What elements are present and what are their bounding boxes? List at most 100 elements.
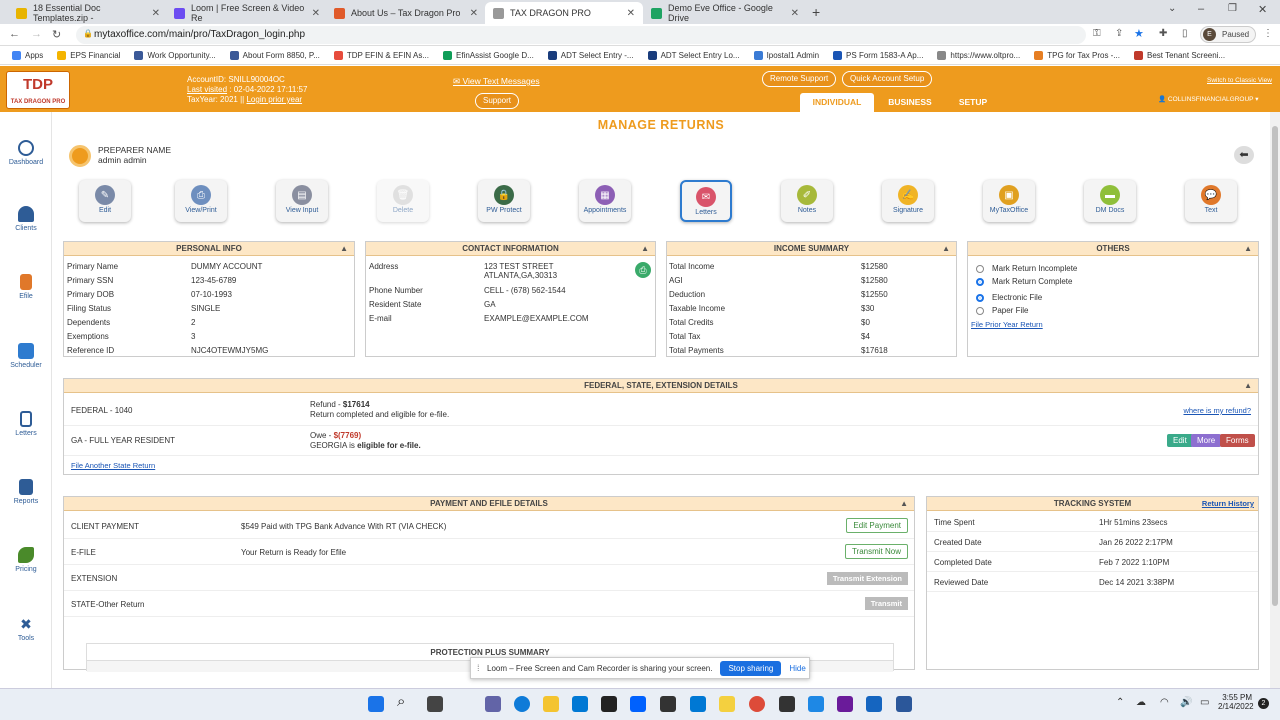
task-view-icon[interactable] xyxy=(427,696,443,712)
chevron-up-icon[interactable]: ▲ xyxy=(641,242,649,256)
stop-sharing-button[interactable]: Stop sharing xyxy=(720,660,782,676)
browser-tab[interactable]: Demo Eve Office - Google Drive ✕ xyxy=(643,2,807,24)
text-button[interactable]: 💬 Text xyxy=(1185,180,1237,222)
chevron-up-icon[interactable]: ▲ xyxy=(942,242,950,256)
dropbox-icon[interactable] xyxy=(630,696,646,712)
amazon-icon[interactable] xyxy=(601,696,617,712)
bookmark-item[interactable]: Apps xyxy=(12,50,43,60)
sidebar-item-reports[interactable]: Reports xyxy=(0,479,52,505)
delete-button[interactable]: 🗑 Delete xyxy=(377,180,429,222)
browser-tab-active[interactable]: TAX DRAGON PRO ✕ xyxy=(485,2,643,24)
remote-support-button[interactable]: Remote Support xyxy=(762,71,837,87)
back-icon[interactable]: ← xyxy=(9,28,20,40)
clock[interactable]: 3:55 PM 2/14/2022 xyxy=(1218,693,1254,711)
close-icon[interactable]: ✕ xyxy=(470,8,478,19)
scrollbar-thumb[interactable] xyxy=(1272,126,1278,606)
edge-icon[interactable] xyxy=(514,696,530,712)
back-arrow-icon[interactable]: ⬅ xyxy=(1234,146,1254,164)
app-logo[interactable]: TDP TAX DRAGON PRO xyxy=(6,71,70,109)
view-input-button[interactable]: ▤ View Input xyxy=(276,180,328,222)
edit-payment-button[interactable]: Edit Payment xyxy=(846,518,908,533)
sidebar-item-dashboard[interactable]: Dashboard xyxy=(0,140,52,166)
bookmark-item[interactable]: PS Form 1583-A Ap... xyxy=(833,50,923,60)
tab-business[interactable]: BUSINESS xyxy=(880,93,940,112)
chevron-up-icon[interactable]: ▲ xyxy=(340,242,348,256)
bookmark-item[interactable]: EfinAssist Google D... xyxy=(442,50,534,60)
state-forms-button[interactable]: Forms xyxy=(1220,434,1255,447)
browser-tab[interactable]: 18 Essential Doc Templates.zip - ✕ xyxy=(8,2,168,24)
user-menu[interactable]: 👤 COLLINSFINANCIALGROUP ▾ xyxy=(1158,95,1258,105)
signature-button[interactable]: ✍ Signature xyxy=(882,180,934,222)
sidepanel-icon[interactable]: ▯ xyxy=(1182,28,1188,39)
bookmark-star-icon[interactable]: ★ xyxy=(1134,27,1144,40)
file-another-state-link[interactable]: File Another State Return xyxy=(71,461,155,470)
sidebar-item-pricing[interactable]: Pricing xyxy=(0,547,52,573)
dm-docs-button[interactable]: ▬ DM Docs xyxy=(1084,180,1136,222)
drag-handle-icon[interactable]: ⁞ xyxy=(477,663,480,673)
close-window-button[interactable]: ✕ xyxy=(1258,3,1267,16)
app-icon[interactable] xyxy=(660,696,676,712)
new-tab-button[interactable]: + xyxy=(812,4,820,20)
radio-electronic[interactable]: Electronic File xyxy=(976,293,1042,302)
menu-icon[interactable]: ⋮ xyxy=(1263,28,1273,39)
file-explorer-icon[interactable] xyxy=(543,696,559,712)
teams-icon[interactable] xyxy=(485,696,501,712)
store-icon[interactable] xyxy=(572,696,588,712)
sidebar-item-tools[interactable]: ✖ Tools xyxy=(0,616,52,642)
edit-button[interactable]: ✎ Edit xyxy=(79,180,131,222)
browser-tab[interactable]: About Us – Tax Dragon Pro ✕ xyxy=(326,2,486,24)
profile-button[interactable]: E Paused xyxy=(1200,26,1256,43)
quick-account-setup-button[interactable]: Quick Account Setup xyxy=(842,71,933,87)
pw-protect-button[interactable]: 🔒 PW Protect xyxy=(478,180,530,222)
classic-view-link[interactable]: Switch to Classic View xyxy=(1207,76,1272,86)
radio-complete[interactable]: Mark Return Complete xyxy=(976,277,1072,286)
notes-button[interactable]: ✐ Notes xyxy=(781,180,833,222)
photos-icon[interactable] xyxy=(808,696,824,712)
wifi-icon[interactable]: ◠ xyxy=(1160,697,1169,708)
maximize-button[interactable]: ❐ xyxy=(1228,3,1237,14)
close-icon[interactable]: ✕ xyxy=(627,8,635,19)
radio-checked-icon[interactable] xyxy=(976,277,984,286)
bookmark-item[interactable]: TPG for Tax Pros -... xyxy=(1034,50,1120,60)
login-prior-year-link[interactable]: Login prior year xyxy=(246,95,302,104)
zoom-icon[interactable] xyxy=(866,696,882,712)
tab-list-icon[interactable]: ⌄ xyxy=(1168,3,1176,14)
search-icon[interactable]: ⌕ xyxy=(397,693,405,710)
bookmark-item[interactable]: Ipostal1 Admin xyxy=(753,50,819,60)
radio-unchecked-icon[interactable] xyxy=(976,264,984,273)
state-edit-button[interactable]: Edit xyxy=(1167,434,1193,447)
address-bar[interactable]: mytaxoffice.com/main/pro/TaxDragon_login… xyxy=(76,26,1086,44)
print-icon[interactable]: ⎙ xyxy=(635,262,651,278)
browser-tab[interactable]: Loom | Free Screen & Video Re ✕ xyxy=(166,2,328,24)
tab-setup[interactable]: SETUP xyxy=(946,93,1000,112)
state-more-button[interactable]: More xyxy=(1191,434,1222,447)
mytaxoffice-button[interactable]: ▣ MyTaxOffice xyxy=(983,180,1035,222)
appointments-button[interactable]: ▦ Appointments xyxy=(579,180,631,222)
view-print-button[interactable]: ⎙ View/Print xyxy=(175,180,227,222)
radio-paper[interactable]: Paper File xyxy=(976,306,1028,315)
share-icon[interactable]: ⇪ xyxy=(1115,28,1123,39)
extensions-icon[interactable]: ✚ xyxy=(1159,28,1167,39)
minimize-button[interactable]: – xyxy=(1198,3,1204,15)
transmit-extension-button[interactable]: Transmit Extension xyxy=(826,572,908,585)
radio-unchecked-icon[interactable] xyxy=(976,306,984,315)
forward-icon[interactable]: → xyxy=(31,28,42,40)
app-icon[interactable] xyxy=(779,696,795,712)
file-prior-year-link[interactable]: File Prior Year Return xyxy=(971,320,1043,329)
close-icon[interactable]: ✕ xyxy=(312,8,320,19)
reload-icon[interactable]: ↻ xyxy=(52,28,61,41)
chrome-icon[interactable] xyxy=(749,696,765,712)
view-text-messages-link[interactable]: ✉ View Text Messages xyxy=(453,76,540,86)
bookmark-item[interactable]: Best Tenant Screeni... xyxy=(1134,50,1225,60)
hide-button[interactable]: Hide xyxy=(789,664,805,673)
close-icon[interactable]: ✕ xyxy=(791,8,799,19)
radio-checked-icon[interactable] xyxy=(976,293,984,302)
tray-chevron-icon[interactable]: ⌃ xyxy=(1116,697,1124,708)
bookmark-item[interactable]: EPS Financial xyxy=(57,50,120,60)
battery-icon[interactable]: ▭ xyxy=(1200,697,1209,708)
chevron-up-icon[interactable]: ▲ xyxy=(900,497,908,511)
transmit-state-button[interactable]: Transmit xyxy=(864,597,908,610)
radio-incomplete[interactable]: Mark Return Incomplete xyxy=(976,264,1077,273)
volume-icon[interactable]: 🔊 xyxy=(1180,697,1192,708)
letters-button[interactable]: ✉ Letters xyxy=(680,180,732,222)
